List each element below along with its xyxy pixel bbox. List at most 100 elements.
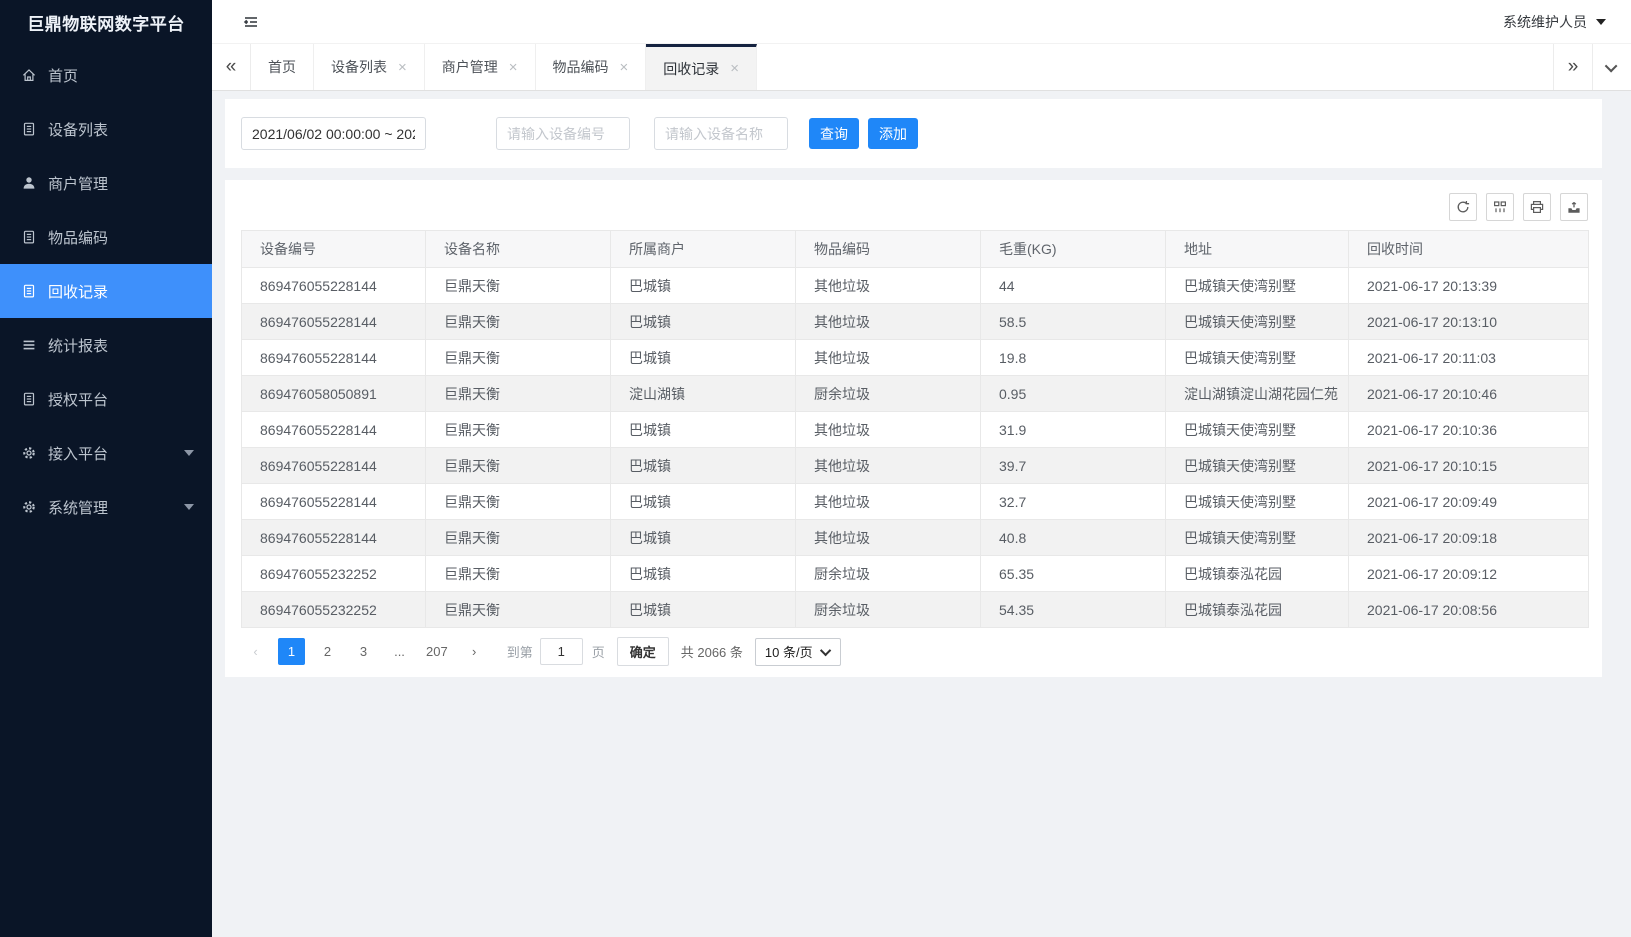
table-cell: 巴城镇 [611, 556, 796, 592]
user-menu[interactable]: 系统维护人员 [1503, 12, 1606, 32]
gear-icon [21, 445, 37, 461]
double-chevron-right-icon: » [1568, 56, 1579, 78]
page-number-button[interactable]: 207 [422, 638, 452, 665]
table-cell: 869476055228144 [242, 448, 426, 484]
column-header: 所属商户 [611, 231, 796, 268]
export-button[interactable] [1560, 193, 1588, 221]
prev-page-button[interactable]: ‹ [242, 638, 269, 665]
table-cell: 869476055232252 [242, 592, 426, 628]
search-button[interactable]: 查询 [809, 118, 859, 149]
sidebar-item-statistics[interactable]: 统计报表 [0, 318, 212, 372]
table-cell: 2021-06-17 20:10:15 [1349, 448, 1589, 484]
sidebar-item-access-platform[interactable]: 接入平台 [0, 426, 212, 480]
table-cell: 巴城镇天使湾别墅 [1166, 340, 1349, 376]
page-size-value: 10 条/页 [765, 642, 813, 661]
sidebar-item-system-mgmt[interactable]: 系统管理 [0, 480, 212, 534]
refresh-icon [1455, 199, 1471, 215]
sidebar-item-home[interactable]: 首页 [0, 48, 212, 102]
sidebar: 巨鼎物联网数字平台 首页 设备列表 商户管理 物品编码 回收记录 统计报表 授权… [0, 0, 212, 937]
table-cell: 巴城镇 [611, 484, 796, 520]
table-row: 869476055232252巨鼎天衡巴城镇厨余垃圾65.35巴城镇泰泓花园20… [242, 556, 1589, 592]
sidebar-item-merchant-mgmt[interactable]: 商户管理 [0, 156, 212, 210]
table-cell: 869476055228144 [242, 412, 426, 448]
sidebar-item-recycle-records[interactable]: 回收记录 [0, 264, 212, 318]
chevron-down-icon [184, 450, 194, 456]
table-cell: 其他垃圾 [796, 304, 981, 340]
tab-device-list[interactable]: 设备列表 × [314, 44, 425, 90]
goto-page-label: 到第 [507, 642, 533, 661]
tab-item-codes[interactable]: 物品编码 × [536, 44, 647, 90]
column-header: 设备名称 [426, 231, 611, 268]
menu-fold-button[interactable] [240, 11, 262, 33]
double-chevron-left-icon: « [226, 56, 237, 78]
table-cell: 巴城镇泰泓花园 [1166, 556, 1349, 592]
table-row: 869476055228144巨鼎天衡巴城镇其他垃圾31.9巴城镇天使湾别墅20… [242, 412, 1589, 448]
close-icon[interactable]: × [620, 60, 629, 75]
sidebar-item-auth-platform[interactable]: 授权平台 [0, 372, 212, 426]
device-name-input[interactable] [654, 117, 788, 150]
sidebar-item-label: 系统管理 [48, 497, 108, 518]
table-cell: 厨余垃圾 [796, 376, 981, 412]
table-cell: 其他垃圾 [796, 448, 981, 484]
sidebar-item-item-codes[interactable]: 物品编码 [0, 210, 212, 264]
close-icon[interactable]: × [730, 61, 739, 76]
document-icon [21, 391, 37, 407]
table-cell: 巨鼎天衡 [426, 268, 611, 304]
tab-label: 回收记录 [663, 59, 719, 79]
table-row: 869476055228144巨鼎天衡巴城镇其他垃圾44巴城镇天使湾别墅2021… [242, 268, 1589, 304]
table-cell: 巴城镇 [611, 268, 796, 304]
table-cell: 40.8 [981, 520, 1166, 556]
confirm-page-button[interactable]: 确定 [617, 637, 669, 666]
tab-label: 商户管理 [442, 57, 498, 77]
date-range-input[interactable] [241, 117, 426, 150]
user-name: 系统维护人员 [1503, 12, 1587, 32]
table-cell: 巴城镇 [611, 592, 796, 628]
sidebar-item-device-list[interactable]: 设备列表 [0, 102, 212, 156]
table-cell: 巨鼎天衡 [426, 556, 611, 592]
table-cell: 44 [981, 268, 1166, 304]
next-page-button[interactable]: › [461, 638, 488, 665]
page-number-button[interactable]: 2 [314, 638, 341, 665]
tab-merchant-mgmt[interactable]: 商户管理 × [425, 44, 536, 90]
print-button[interactable] [1523, 193, 1551, 221]
columns-button[interactable] [1486, 193, 1514, 221]
records-table: 设备编号 设备名称 所属商户 物品编码 毛重(KG) 地址 回收时间 86947… [241, 230, 1589, 628]
table-cell: 0.95 [981, 376, 1166, 412]
table-cell: 2021-06-17 20:13:39 [1349, 268, 1589, 304]
table-cell: 巨鼎天衡 [426, 340, 611, 376]
column-header: 设备编号 [242, 231, 426, 268]
list-icon [21, 337, 37, 353]
tab-options-button[interactable] [1592, 44, 1631, 90]
column-header: 物品编码 [796, 231, 981, 268]
table-cell: 2021-06-17 20:08:56 [1349, 592, 1589, 628]
close-icon[interactable]: × [398, 60, 407, 75]
table-cell: 巴城镇 [611, 520, 796, 556]
table-cell: 淀山湖镇淀山湖花园仁苑 [1166, 376, 1349, 412]
table-cell: 869476058050891 [242, 376, 426, 412]
goto-page-input[interactable] [540, 638, 583, 665]
home-icon [21, 67, 37, 83]
device-id-input[interactable] [496, 117, 630, 150]
chevron-down-icon [184, 504, 194, 510]
page-number-button[interactable]: 1 [278, 638, 305, 665]
close-icon[interactable]: × [509, 60, 518, 75]
tabs: 首页 设备列表 × 商户管理 × 物品编码 × 回收记录 × [251, 44, 1553, 90]
document-icon [21, 121, 37, 137]
table-cell: 19.8 [981, 340, 1166, 376]
table-cell: 厨余垃圾 [796, 556, 981, 592]
refresh-button[interactable] [1449, 193, 1477, 221]
page-number-button[interactable]: 3 [350, 638, 377, 665]
tab-recycle-records[interactable]: 回收记录 × [646, 44, 757, 90]
tab-home[interactable]: 首页 [251, 44, 314, 90]
table-cell: 58.5 [981, 304, 1166, 340]
table-cell: 2021-06-17 20:10:46 [1349, 376, 1589, 412]
add-button[interactable]: 添加 [868, 118, 918, 149]
table-row: 869476055228144巨鼎天衡巴城镇其他垃圾39.7巴城镇天使湾别墅20… [242, 448, 1589, 484]
table-row: 869476055232252巨鼎天衡巴城镇厨余垃圾54.35巴城镇泰泓花园20… [242, 592, 1589, 628]
table-cell: 巴城镇天使湾别墅 [1166, 520, 1349, 556]
table-cell: 巴城镇天使湾别墅 [1166, 304, 1349, 340]
table-cell: 巨鼎天衡 [426, 304, 611, 340]
scroll-tabs-right-button[interactable]: » [1553, 44, 1592, 90]
scroll-tabs-left-button[interactable]: « [212, 44, 251, 90]
page-size-select[interactable]: 10 条/页 [755, 638, 841, 666]
